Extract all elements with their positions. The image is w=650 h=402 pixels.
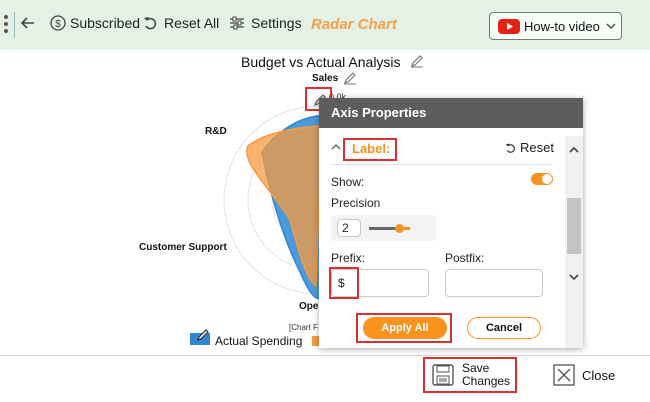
cancel-button[interactable]: Cancel	[467, 317, 541, 339]
precision-slider-handle[interactable]	[395, 224, 404, 233]
postfix-input[interactable]	[445, 269, 543, 297]
legend-label-actual: Actual Spending	[215, 334, 303, 348]
precision-slider-fill	[404, 227, 410, 230]
section-divider	[331, 164, 553, 165]
scroll-down-icon[interactable]	[569, 274, 579, 281]
series-orange-area	[246, 125, 323, 288]
label-section-title[interactable]: Label:	[352, 141, 390, 156]
show-label: Show:	[331, 175, 365, 189]
precision-control: 2	[331, 215, 436, 241]
edit-axis-icon[interactable]	[343, 71, 357, 85]
prefix-highlight	[329, 267, 359, 299]
reset-label: Reset	[520, 140, 554, 155]
precision-label: Precision	[331, 196, 381, 210]
legend-edit-icon[interactable]	[196, 328, 210, 342]
axis-label-customer-support: Customer Support	[139, 242, 227, 253]
prefix-label: Prefix:	[331, 251, 366, 265]
save-disk-icon	[432, 364, 454, 386]
close-icon	[553, 364, 575, 386]
panel-scrollbar[interactable]	[565, 136, 583, 348]
chart-footnote: [Chart F	[289, 323, 318, 332]
scroll-up-icon[interactable]	[569, 146, 579, 153]
panel-header: Axis Properties	[319, 98, 583, 128]
reset-button[interactable]: Reset	[505, 140, 554, 155]
save-label-line2: Changes	[462, 374, 511, 388]
footer-divider	[0, 355, 650, 356]
save-changes-button[interactable]: Save Changes	[428, 360, 514, 390]
undo-icon	[505, 143, 515, 153]
precision-input[interactable]: 2	[337, 219, 361, 237]
apply-all-highlight	[356, 313, 452, 343]
scroll-thumb[interactable]	[567, 198, 581, 254]
postfix-label: Postfix:	[445, 251, 485, 265]
axis-properties-panel: Axis Properties Label: Reset Show: Preci…	[319, 98, 583, 348]
collapse-chevron-icon[interactable]	[331, 143, 341, 150]
toggle-knob	[542, 174, 552, 184]
axis-label-sales: Sales	[312, 73, 339, 84]
close-button[interactable]: Close	[553, 364, 633, 388]
axis-label-rnd: R&D	[205, 126, 227, 137]
axis-label-operations: Ope	[299, 301, 319, 312]
show-toggle[interactable]	[531, 173, 553, 185]
close-label: Close	[582, 368, 616, 383]
